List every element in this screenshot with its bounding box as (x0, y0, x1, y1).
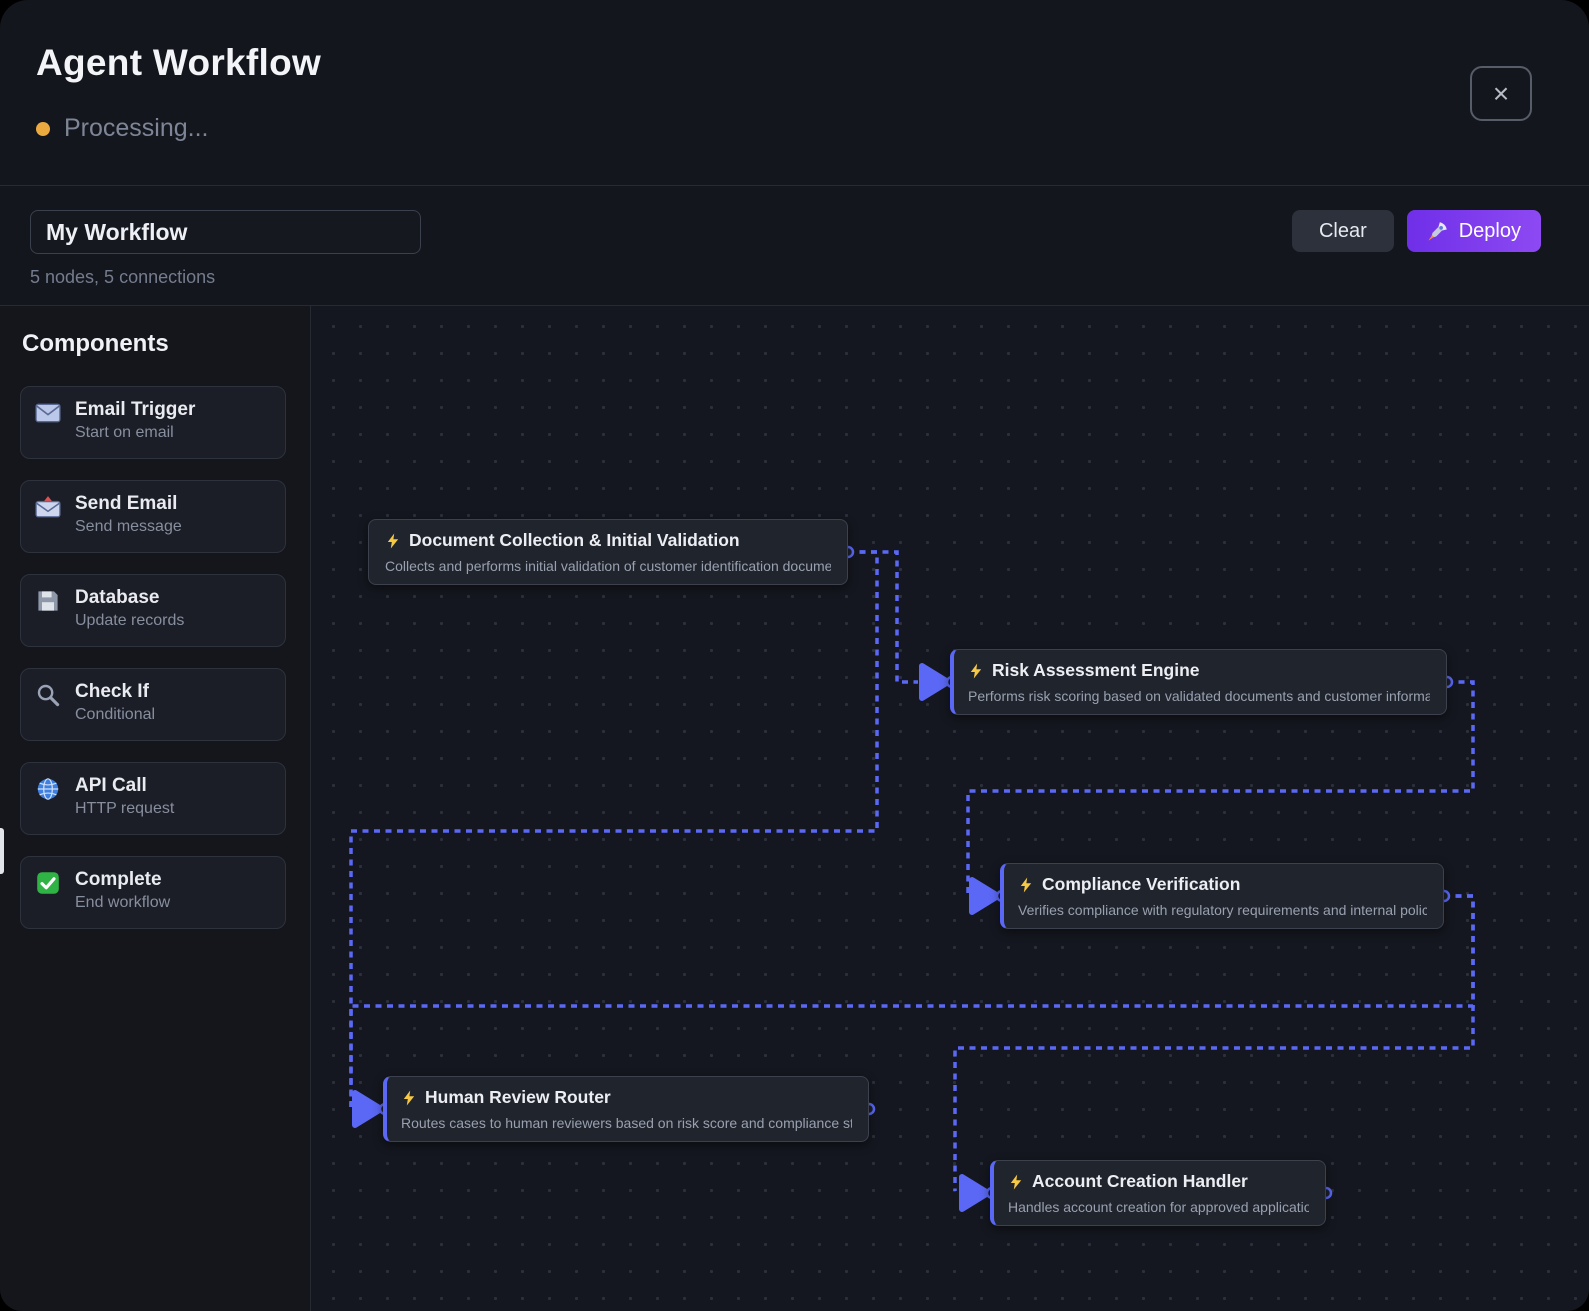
bolt-icon (968, 663, 984, 679)
input-arrow-icon (969, 877, 1001, 915)
connection-lines (349, 545, 1475, 1212)
node-title: Human Review Router (425, 1087, 611, 1107)
send-icon (35, 495, 62, 519)
component-api-call[interactable]: API Call HTTP request (20, 762, 286, 835)
bolt-icon (1018, 877, 1034, 893)
status-text: Processing... (64, 114, 209, 142)
node-account-creation-handler[interactable]: Account Creation Handler Handles account … (990, 1160, 1326, 1226)
database-icon (35, 589, 62, 613)
input-arrow-icon (919, 663, 951, 701)
connection-compliance-verification-to-account-creation-handler (953, 894, 1475, 1191)
component-list: Email Trigger Start on email Send Email Sen… (20, 386, 286, 929)
node-document-collection[interactable]: Document Collection & Initial Validation… (368, 519, 848, 585)
node-title: Document Collection & Initial Validation (409, 530, 740, 550)
header: Agent Workflow Processing... × (0, 0, 1589, 185)
component-title: Send Email (75, 493, 178, 514)
deploy-button[interactable]: Deploy (1406, 210, 1541, 252)
node-compliance-verification[interactable]: Compliance Verification Verifies complian… (1000, 863, 1444, 929)
rocket-icon (1427, 220, 1449, 242)
clear-button[interactable]: Clear (1291, 210, 1394, 252)
toolbar: 5 nodes, 5 connections Clear Deploy (0, 185, 1589, 305)
page-title: Agent Workflow (36, 42, 322, 83)
component-email-trigger[interactable]: Email Trigger Start on email (20, 386, 286, 459)
scroll-indicator[interactable] (0, 828, 4, 874)
node-description: Handles account creation for approved ap… (1008, 1199, 1309, 1215)
node-title: Account Creation Handler (1032, 1171, 1248, 1191)
component-complete[interactable]: Complete End workflow (20, 856, 286, 929)
main-area: Components Email Trigger Start on email Se… (0, 305, 1589, 1311)
bolt-icon (385, 533, 401, 549)
component-title: Complete (75, 869, 162, 890)
component-title: Database (75, 587, 160, 608)
component-subtitle: Start on email (75, 424, 174, 441)
status-row: Processing... (36, 114, 209, 143)
input-arrow-icon (959, 1174, 991, 1212)
workflow-canvas[interactable]: Document Collection & Initial Validation… (311, 306, 1589, 1311)
node-description: Routes cases to human reviewers based on… (401, 1115, 852, 1131)
node-human-review-router[interactable]: Human Review Router Routes cases to human… (383, 1076, 869, 1142)
connection-document-collection-to-risk-assessment (848, 550, 918, 684)
node-title: Compliance Verification (1042, 874, 1241, 894)
component-subtitle: End workflow (75, 894, 171, 911)
components-heading: Components (22, 330, 169, 357)
check-icon (35, 871, 62, 895)
agent-workflow-window: Agent Workflow Processing... × 5 nodes, … (0, 0, 1589, 1311)
component-title: Check If (75, 681, 149, 702)
component-subtitle: Update records (75, 612, 185, 629)
bolt-icon (401, 1090, 417, 1106)
components-sidebar: Components Email Trigger Start on email Se… (0, 306, 311, 1311)
status-dot-icon (36, 121, 50, 136)
bolt-icon (1008, 1174, 1024, 1190)
search-icon (35, 683, 62, 707)
component-check-if[interactable]: Check If Conditional (20, 668, 286, 741)
component-title: API Call (75, 775, 147, 796)
workflow-name-input[interactable] (30, 210, 421, 254)
component-database[interactable]: Database Update records (20, 574, 286, 647)
node-risk-assessment[interactable]: Risk Assessment Engine Performs risk scor… (950, 649, 1447, 715)
close-button[interactable]: × (1470, 66, 1532, 121)
globe-icon (35, 777, 62, 801)
node-title: Risk Assessment Engine (992, 660, 1200, 680)
connection-document-collection-to-human-review-router (349, 550, 879, 1109)
node-description: Collects and performs initial validation… (385, 558, 831, 574)
input-arrow-icon (352, 1090, 384, 1128)
email-icon (35, 401, 62, 425)
toolbar-buttons: Clear Deploy (1291, 210, 1541, 252)
component-subtitle: HTTP request (75, 800, 175, 817)
component-send-email[interactable]: Send Email Send message (20, 480, 286, 553)
node-description: Verifies compliance with regulatory requ… (1018, 902, 1427, 918)
workflow-summary: 5 nodes, 5 connections (30, 267, 216, 287)
deploy-label: Deploy (1458, 219, 1521, 242)
component-subtitle: Conditional (75, 706, 156, 723)
node-description: Performs risk scoring based on validated… (968, 688, 1430, 704)
component-title: Email Trigger (75, 399, 196, 420)
component-subtitle: Send message (75, 518, 182, 535)
